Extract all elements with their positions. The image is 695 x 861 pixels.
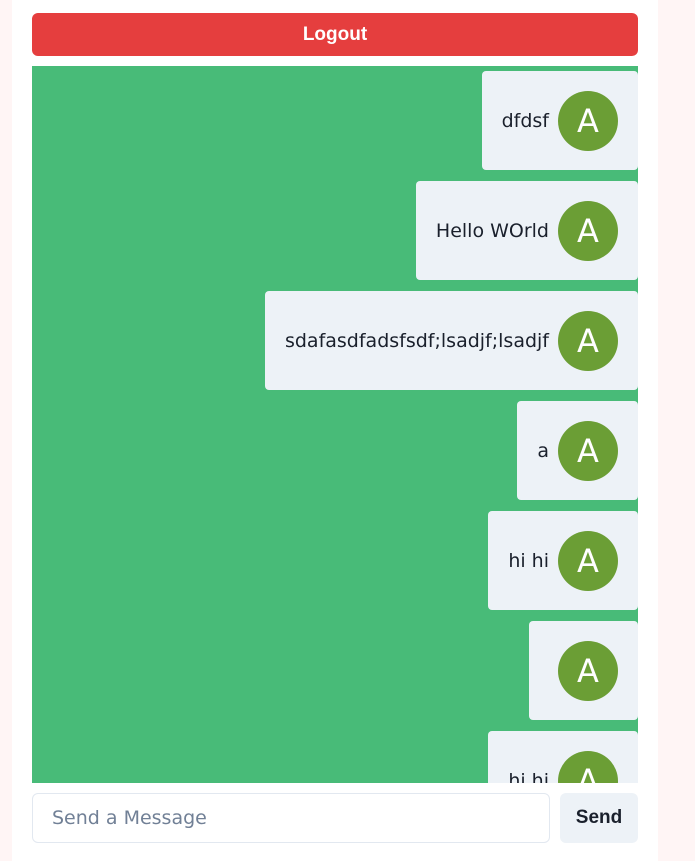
message-text: Hello WOrld	[435, 219, 549, 242]
message-composer: Send	[32, 793, 638, 843]
message-item: Hello WOrld A	[415, 181, 638, 280]
message-text: hi hi	[508, 549, 549, 572]
logout-button[interactable]: Logout	[32, 13, 638, 56]
message-item: hi hi A	[488, 511, 638, 610]
user-avatar: A	[558, 90, 618, 151]
message-text: a	[537, 439, 549, 462]
user-avatar: A	[558, 640, 618, 701]
user-avatar: A	[558, 530, 618, 591]
message-text: hi hi	[508, 769, 549, 784]
message-item: sdafasdfadsfsdf;lsadjf;lsadjf A	[264, 291, 638, 390]
user-avatar: A	[558, 420, 618, 481]
message-item: hi hi A	[488, 731, 638, 783]
message-input[interactable]	[32, 793, 550, 843]
message-item: A	[529, 621, 638, 720]
user-avatar: A	[558, 750, 618, 783]
message-item: a A	[517, 401, 638, 500]
message-text: sdafasdfadsfsdf;lsadjf;lsadjf	[284, 329, 549, 352]
message-item: dfdsf A	[481, 71, 638, 170]
chat-messages-area[interactable]: dfdsf A Hello WOrld A sdafasdfadsfsdf;ls…	[32, 66, 638, 783]
send-button[interactable]: Send	[560, 793, 638, 843]
message-text: dfdsf	[501, 109, 549, 132]
user-avatar: A	[558, 200, 618, 261]
user-avatar: A	[558, 310, 618, 371]
